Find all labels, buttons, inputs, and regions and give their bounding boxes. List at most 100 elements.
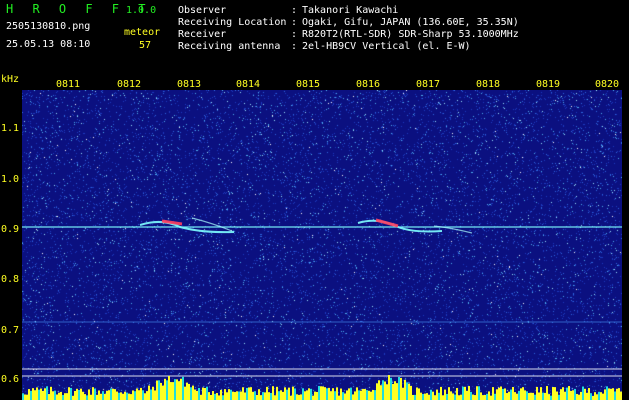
signal-bar [608,388,610,400]
signal-bar [350,387,352,400]
signal-bar [494,393,496,400]
signal-bar [106,390,108,400]
signal-bar [356,387,358,400]
signal-bar [76,388,78,400]
signal-bar [204,388,206,400]
signal-bar [488,391,490,400]
signal-bar [594,392,596,400]
signal-bar [46,386,48,400]
time-tick-label: 0818 [476,79,501,90]
signal-bar [224,389,226,400]
signal-bar [274,395,276,400]
signal-bar [444,389,446,400]
info-value: Ogaki, Gifu, JAPAN (136.60E, 35.35N) [302,17,519,28]
signal-bar [324,387,326,400]
signal-bar [24,394,26,400]
signal-bar [284,387,286,400]
signal-bar [536,386,538,400]
signal-bar [540,387,542,400]
signal-bar [142,390,144,400]
signal-bar [262,392,264,400]
signal-bar [462,386,464,400]
signal-bar [178,381,180,400]
signal-bar [576,393,578,400]
signal-bar [454,394,456,400]
signal-bar [416,387,418,400]
signal-bar [398,376,400,400]
signal-bar [226,392,228,400]
signal-bar [346,390,348,400]
signal-bar [408,383,410,400]
signal-bar [128,393,130,400]
signal-bar [22,393,24,400]
signal-bar [220,389,222,400]
signal-bar [228,389,230,400]
spectrogram-plot [22,90,622,400]
signal-bar [542,392,544,400]
time-tick-label: 0815 [296,79,321,90]
signal-bar [402,387,404,400]
signal-bar [254,391,256,400]
signal-bar [52,391,54,400]
signal-bar [618,388,620,400]
signal-bar [390,377,392,400]
signal-bar [130,394,132,400]
signal-bar [202,387,204,400]
signal-bar [558,394,560,400]
signal-bar [308,388,310,400]
signal-bar [278,391,280,400]
signal-bar [154,390,156,400]
signal-bar [434,395,436,400]
signal-bar [270,393,272,400]
signal-bar [430,389,432,400]
signal-bar [74,390,76,400]
signal-bar [446,393,448,400]
signal-bar [482,395,484,400]
signal-bar [212,391,214,400]
info-colon: : [291,41,298,52]
signal-bar [472,394,474,400]
signal-bar [318,386,320,400]
signal-bar [174,379,176,400]
signal-bar [238,391,240,400]
signal-bar [336,387,338,400]
signal-bar [596,394,598,400]
signal-bar [298,394,300,400]
signal-bar [572,390,574,400]
signal-bar [528,393,530,400]
signal-bar [436,389,438,400]
signal-bar [36,387,38,400]
signal-bar [362,388,364,400]
signal-bar [500,386,502,400]
signal-bar [520,388,522,400]
signal-bar [404,379,406,400]
signal-bar [420,392,422,400]
signal-bar [292,386,294,400]
signal-bar [368,390,370,400]
signal-bar [616,388,618,400]
signal-bar [288,387,290,400]
signal-bar [606,386,608,400]
signal-bar [466,390,468,400]
signal-bar [452,393,454,400]
signal-bar [180,378,182,400]
signal-bar [100,393,102,400]
signal-bar [422,394,424,400]
signal-bar [554,387,556,400]
signal-bar [314,391,316,400]
signal-bar [474,395,476,400]
signal-bar [562,387,564,400]
signal-bar [384,381,386,400]
signal-bar [44,388,46,400]
signal-bar [442,395,444,400]
signal-bar [116,391,118,400]
signal-bar [200,394,202,400]
signal-bar [64,393,66,400]
info-value: R820T2(RTL-SDR) SDR-Sharp 53.1000MHz [302,29,519,40]
signal-bar [90,394,92,400]
signal-bar [138,390,140,400]
signal-bar [114,389,116,400]
signal-bar [326,388,328,400]
signal-bar [312,395,314,400]
signal-bar [396,383,398,400]
